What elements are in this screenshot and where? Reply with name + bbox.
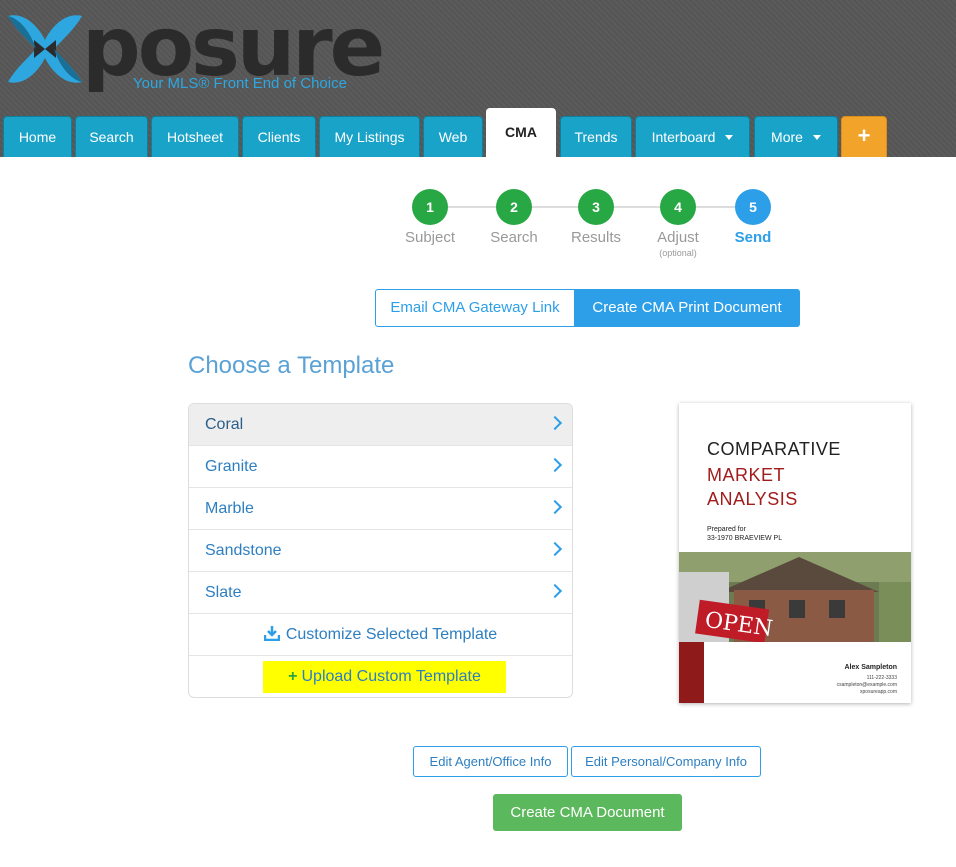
tab-hotsheet[interactable]: Hotsheet: [151, 116, 239, 157]
step-2-circle[interactable]: 2: [496, 189, 532, 225]
template-item-marble[interactable]: Marble: [189, 488, 572, 530]
house-photo: OPEN: [679, 552, 911, 642]
tab-add[interactable]: +: [841, 116, 887, 157]
chevron-right-icon: [547, 499, 563, 515]
chevron-right-icon: [547, 415, 563, 431]
preview-title-line3: ANALYSIS: [707, 489, 798, 509]
preview-agent-email: csampleton@example.com: [836, 682, 897, 688]
upload-template-row: + Upload Custom Template: [189, 656, 572, 697]
step-5-circle[interactable]: 5: [735, 189, 771, 225]
edit-agent-office-button[interactable]: Edit Agent/Office Info: [413, 746, 568, 777]
create-cma-document-button[interactable]: Create CMA Document: [493, 794, 682, 831]
xposure-logo-icon[interactable]: [4, 10, 86, 88]
template-item-coral[interactable]: Coral: [189, 404, 572, 446]
template-item-label: Coral: [205, 416, 244, 433]
template-preview: COMPARATIVE MARKET ANALYSIS Prepared for…: [679, 403, 911, 703]
main-nav: Home Search Hotsheet Clients My Listings…: [0, 108, 956, 157]
chevron-right-icon: [547, 583, 563, 599]
customize-template-button[interactable]: Customize Selected Template: [189, 614, 572, 656]
customize-template-label: Customize Selected Template: [285, 626, 498, 643]
preview-prepared-for: Prepared for: [707, 526, 746, 533]
app-header: posure Your MLS® Front End of Choice Hom…: [0, 0, 956, 157]
tab-interboard[interactable]: Interboard: [635, 116, 750, 157]
step-1-circle[interactable]: 1: [412, 189, 448, 225]
tab-search[interactable]: Search: [75, 116, 148, 157]
template-item-label: Marble: [205, 500, 254, 517]
upload-template-button[interactable]: + Upload Custom Template: [263, 661, 506, 693]
step-3-circle[interactable]: 3: [578, 189, 614, 225]
tab-interboard-label: Interboard: [651, 129, 716, 145]
preview-title-line2: MARKET: [707, 465, 786, 485]
choose-template-title: Choose a Template: [188, 352, 395, 379]
tab-clients[interactable]: Clients: [242, 116, 316, 157]
template-item-label: Sandstone: [205, 542, 282, 559]
preview-agent-site: xposureapp.com: [860, 689, 897, 695]
step-5-label: Send: [734, 229, 772, 246]
tab-more[interactable]: More: [754, 116, 838, 157]
step-4-sublabel: (optional): [659, 248, 697, 258]
upload-template-label: Upload Custom Template: [301, 668, 481, 685]
template-item-slate[interactable]: Slate: [189, 572, 572, 614]
chevron-right-icon: [547, 457, 563, 473]
template-list: Coral Granite Marble Sandstone Slate Cus…: [188, 403, 573, 698]
email-gateway-link-button[interactable]: Email CMA Gateway Link: [375, 289, 575, 327]
template-item-label: Granite: [205, 458, 258, 475]
caret-down-icon: [812, 135, 821, 140]
tab-home[interactable]: Home: [3, 116, 72, 157]
tab-cma[interactable]: CMA: [486, 108, 556, 157]
step-4-circle[interactable]: 4: [660, 189, 696, 225]
tab-my-listings[interactable]: My Listings: [319, 116, 420, 157]
preview-title-line1: COMPARATIVE: [707, 439, 841, 459]
preview-agent-phone: 111-222-3333: [866, 675, 897, 681]
template-item-granite[interactable]: Granite: [189, 446, 572, 488]
preview-address: 33-1970 BRAEVIEW PL: [707, 535, 783, 542]
create-print-document-button[interactable]: Create CMA Print Document: [574, 289, 800, 327]
chevron-right-icon: [547, 541, 563, 557]
plus-icon: +: [288, 668, 298, 685]
tab-trends[interactable]: Trends: [560, 116, 632, 157]
template-item-sandstone[interactable]: Sandstone: [189, 530, 572, 572]
download-icon: [263, 626, 280, 641]
template-item-label: Slate: [205, 584, 242, 601]
edit-personal-company-button[interactable]: Edit Personal/Company Info: [571, 746, 761, 777]
tab-web[interactable]: Web: [423, 116, 483, 157]
tab-more-label: More: [771, 129, 803, 145]
preview-accent-bar: [679, 642, 704, 703]
caret-down-icon: [725, 135, 734, 140]
logo-tagline: Your MLS® Front End of Choice: [133, 75, 347, 92]
preview-agent-name: Alex Sampleton: [844, 664, 897, 671]
